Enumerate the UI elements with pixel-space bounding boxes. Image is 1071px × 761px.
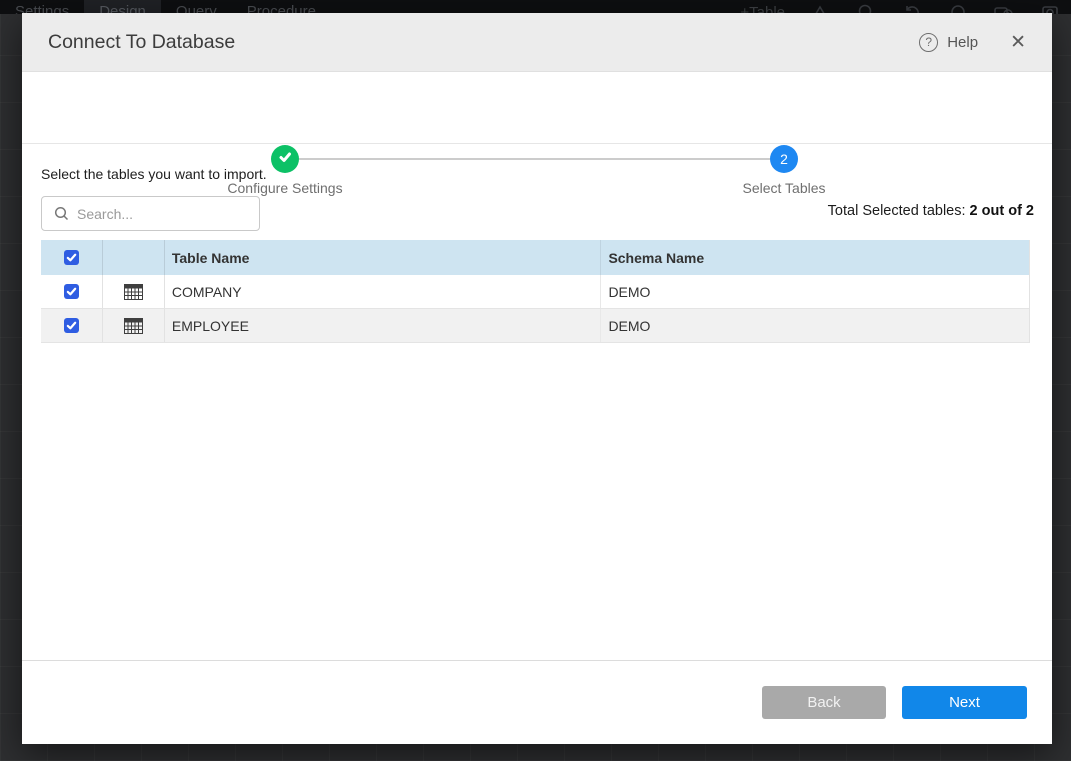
tab-query[interactable]: Query — [161, 0, 232, 14]
wizard-stepper: 2 Configure Settings Select Tables — [22, 72, 1052, 144]
back-button[interactable]: Back — [762, 686, 886, 719]
row-checkbox[interactable] — [64, 284, 79, 299]
step-number: 2 — [780, 151, 788, 167]
icon-column-header — [103, 240, 165, 275]
dialog-title: Connect To Database — [48, 31, 235, 54]
select-all-checkbox[interactable] — [64, 250, 79, 265]
table-row[interactable]: EMPLOYEE DEMO — [41, 309, 1029, 343]
footer-divider — [22, 660, 1052, 661]
table-name-cell: COMPANY — [165, 275, 602, 308]
connect-to-database-dialog: Connect To Database ? Help ✕ 2 Configure… — [22, 13, 1052, 744]
step-1-label: Configure Settings — [185, 180, 385, 196]
app-toolbar: Settings Design Query Procedure +Table — [0, 0, 1071, 14]
tab-settings[interactable]: Settings — [0, 0, 84, 14]
search-icon — [54, 206, 69, 221]
next-button[interactable]: Next — [902, 686, 1027, 719]
tab-design[interactable]: Design — [84, 0, 161, 14]
column-header-table-name: Table Name — [165, 240, 602, 275]
table-header-row: Table Name Schema Name — [41, 240, 1029, 275]
tab-procedure[interactable]: Procedure — [232, 0, 331, 14]
table-search — [41, 196, 260, 231]
schema-name-cell: DEMO — [601, 275, 1029, 308]
check-icon — [278, 150, 292, 169]
help-button[interactable]: Help — [947, 34, 978, 51]
table-row[interactable]: COMPANY DEMO — [41, 275, 1029, 309]
tables-list: Table Name Schema Name COMPANY DEMO — [41, 240, 1030, 343]
step-1-completed — [271, 145, 299, 173]
instruction-text: Select the tables you want to import. — [41, 166, 267, 182]
summary-value: 2 out of 2 — [970, 203, 1034, 219]
stepper-connector — [299, 158, 770, 160]
column-header-schema-name: Schema Name — [601, 240, 1029, 275]
close-icon[interactable]: ✕ — [1010, 33, 1026, 52]
selection-summary: Total Selected tables: 2 out of 2 — [828, 203, 1034, 219]
step-2-label: Select Tables — [684, 180, 884, 196]
step-2-active: 2 — [770, 145, 798, 173]
dialog-header: Connect To Database ? Help ✕ — [22, 13, 1052, 72]
search-input[interactable] — [77, 206, 237, 222]
schema-name-cell: DEMO — [601, 309, 1029, 342]
table-name-cell: EMPLOYEE — [165, 309, 602, 342]
table-grid-icon — [124, 284, 143, 300]
summary-label: Total Selected tables: — [828, 203, 970, 219]
help-icon[interactable]: ? — [919, 33, 938, 52]
row-checkbox[interactable] — [64, 318, 79, 333]
table-grid-icon — [124, 318, 143, 334]
